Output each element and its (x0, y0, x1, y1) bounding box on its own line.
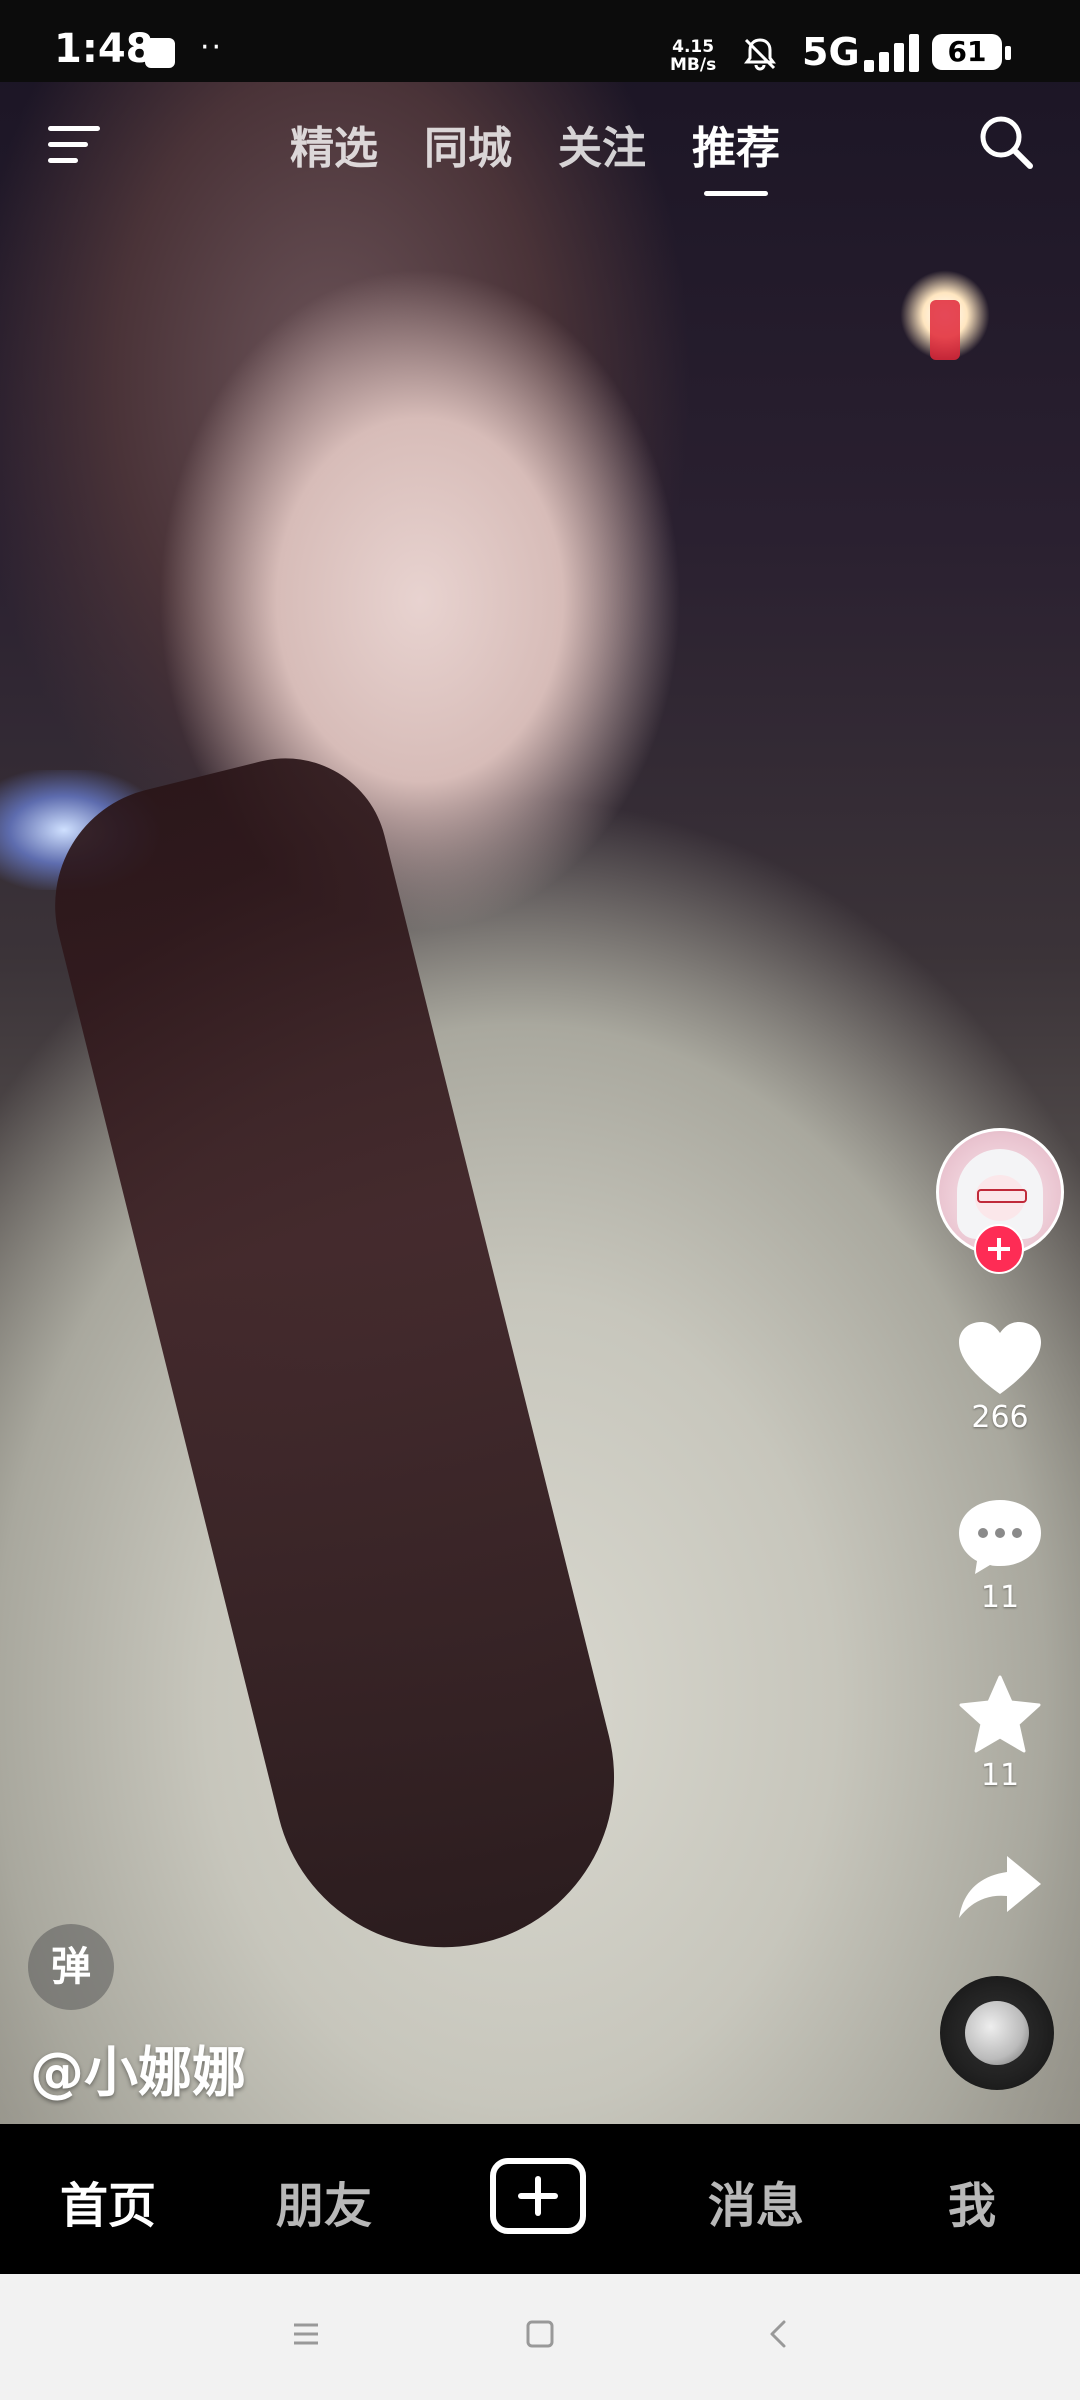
net-speed-value: 4.15 (672, 37, 715, 57)
signal-icon (864, 34, 919, 72)
status-bar: 1:48 ·· 4.15 MB/s 5G 61 (0, 0, 1080, 82)
video-player[interactable] (0, 0, 1080, 2124)
like-button[interactable]: 266 (940, 1320, 1060, 1435)
tab-me[interactable]: 我 (948, 2166, 996, 2236)
top-nav: 精选 同城 关注 推荐 (0, 100, 1080, 200)
feed-tabs: 精选 同城 关注 推荐 (290, 112, 780, 196)
author-name[interactable]: @小娜娜 (30, 2028, 246, 2107)
system-nav-bar (0, 2274, 1080, 2400)
tab-recommended[interactable]: 推荐 (692, 112, 780, 196)
star-icon (959, 1675, 1041, 1753)
net-speed: 4.15 MB/s (670, 38, 716, 74)
music-disc-icon[interactable] (940, 1976, 1054, 2090)
net-speed-unit: MB/s (670, 55, 717, 75)
comment-button[interactable]: 11 (940, 1498, 1060, 1615)
tab-nearby[interactable]: 同城 (424, 112, 512, 176)
background-red-sign (930, 300, 960, 360)
search-icon[interactable] (976, 112, 1036, 172)
tab-featured[interactable]: 精选 (290, 112, 378, 176)
follow-plus-icon[interactable] (974, 1224, 1024, 1274)
battery-icon: 61 (932, 34, 1002, 70)
tab-following[interactable]: 关注 (558, 112, 646, 176)
comment-count: 11 (980, 1580, 1020, 1615)
tab-friends[interactable]: 朋友 (276, 2166, 372, 2236)
tab-messages[interactable]: 消息 (708, 2166, 804, 2236)
favorite-count: 11 (980, 1758, 1020, 1793)
tab-home[interactable]: 首页 (60, 2166, 156, 2236)
back-nav-icon[interactable] (758, 2314, 798, 2354)
menu-icon[interactable] (46, 122, 102, 168)
music-cover (965, 2001, 1029, 2065)
like-count: 266 (971, 1400, 1029, 1435)
plus-icon[interactable] (490, 2158, 586, 2234)
video-subject-hair (29, 736, 651, 1984)
bottom-tab-bar: 首页 朋友 消息 我 (0, 2124, 1080, 2274)
screen-record-icon (145, 38, 175, 68)
status-time: 1:48 (54, 26, 154, 72)
comment-icon (959, 1500, 1041, 1574)
battery-tip (1005, 46, 1011, 60)
share-button[interactable] (940, 1852, 1060, 1922)
menu-nav-icon[interactable] (286, 2314, 326, 2354)
share-icon (959, 1856, 1041, 1918)
danmu-toggle-button[interactable]: 弹 (28, 1924, 114, 2010)
author-avatar-group (936, 1128, 1064, 1274)
network-type: 5G (802, 30, 860, 74)
battery-level: 61 (947, 35, 987, 68)
favorite-button[interactable]: 11 (940, 1674, 1060, 1793)
bell-muted-icon (744, 38, 776, 71)
heart-icon (959, 1322, 1041, 1394)
more-dots-icon: ·· (200, 30, 224, 65)
avatar-glasses (977, 1189, 1027, 1203)
home-nav-icon[interactable] (520, 2314, 560, 2354)
